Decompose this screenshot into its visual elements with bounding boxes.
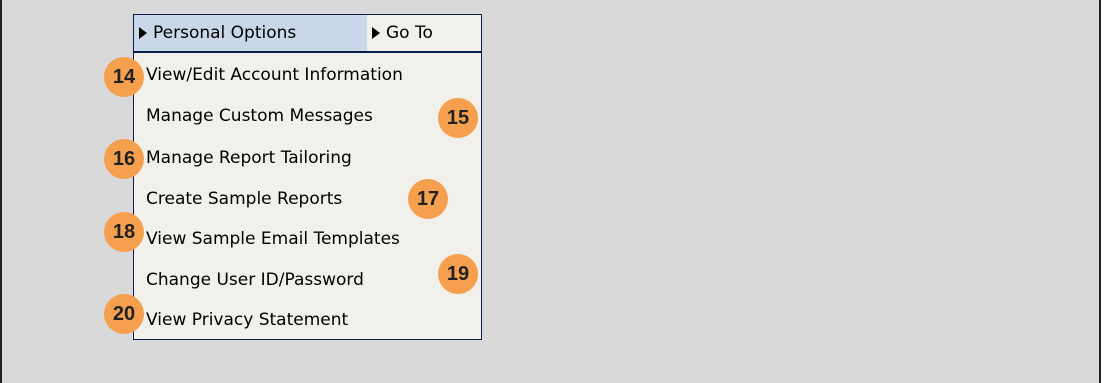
callout-badge: 20 <box>104 294 144 334</box>
triangle-right-icon <box>372 27 380 39</box>
tab-go-to-label: Go To <box>386 23 433 43</box>
menu-item-view-sample-email-templates[interactable]: View Sample Email Templates <box>146 229 400 249</box>
callout-badge: 15 <box>438 98 478 138</box>
menu-item-view-privacy-statement[interactable]: View Privacy Statement <box>146 310 348 330</box>
callout-badge: 19 <box>438 254 478 294</box>
callout-badge: 18 <box>104 212 144 252</box>
screenshot-frame: Personal Options Go To View/Edit Account… <box>0 0 1101 383</box>
triangle-right-icon <box>139 27 147 39</box>
personal-options-menu: Personal Options Go To View/Edit Account… <box>133 14 482 340</box>
callout-badge: 16 <box>104 139 144 179</box>
menu-item-manage-report-tailoring[interactable]: Manage Report Tailoring <box>146 148 352 168</box>
callout-badge: 14 <box>104 57 144 97</box>
menu-bar: Personal Options Go To <box>134 15 481 53</box>
menu-item-view-edit-account[interactable]: View/Edit Account Information <box>146 65 403 85</box>
menu-item-manage-custom-messages[interactable]: Manage Custom Messages <box>146 106 373 126</box>
callout-badge: 17 <box>408 179 448 219</box>
tab-personal-options[interactable]: Personal Options <box>134 15 367 51</box>
menu-item-change-user-id-password[interactable]: Change User ID/Password <box>146 270 364 290</box>
tab-personal-options-label: Personal Options <box>153 23 297 43</box>
menu-item-create-sample-reports[interactable]: Create Sample Reports <box>146 189 342 209</box>
tab-go-to[interactable]: Go To <box>367 15 481 51</box>
